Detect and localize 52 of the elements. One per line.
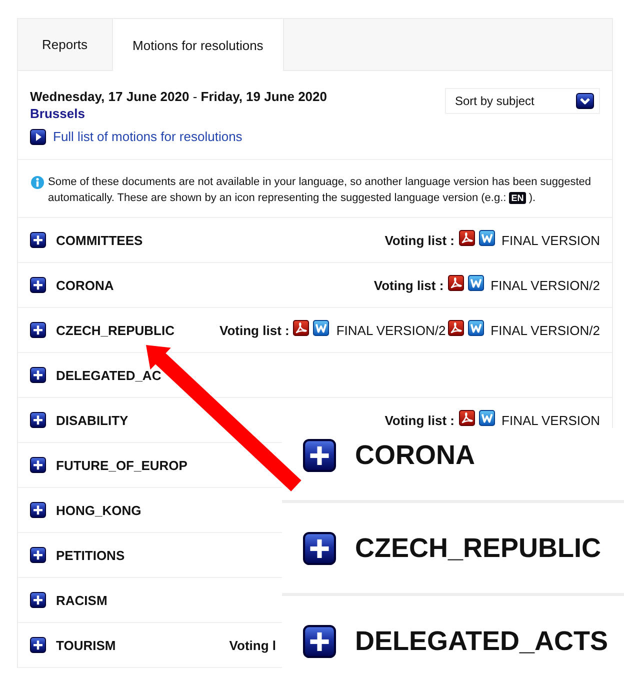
- w-document-icon[interactable]: [468, 275, 484, 291]
- play-icon: [30, 128, 46, 144]
- topic-name[interactable]: FUTURE_OF_EUROP: [56, 458, 188, 472]
- voting-list-label: Voting list :: [384, 232, 455, 248]
- info-icon: [31, 176, 44, 189]
- session-place: Brussels: [30, 105, 86, 122]
- version-label: FINAL VERSION/2: [490, 322, 600, 338]
- topic-name: DELEGATED_ACTS: [355, 626, 608, 656]
- topic-name: CORONA: [355, 440, 475, 470]
- pdf-icon[interactable]: [458, 230, 475, 246]
- plus-icon[interactable]: [30, 232, 46, 248]
- topic-name[interactable]: RACISM: [56, 592, 108, 608]
- version-label: FINAL VERSION/2: [336, 322, 446, 338]
- w-document-icon[interactable]: [478, 410, 495, 426]
- topic-name[interactable]: CZECH_REPUBLIC: [56, 322, 174, 338]
- pdf-icon[interactable]: [293, 320, 310, 336]
- w-document-icon[interactable]: [468, 320, 484, 336]
- w-document-icon[interactable]: [313, 320, 330, 336]
- voting-list-label: Voting list :: [220, 322, 290, 338]
- plus-icon[interactable]: [30, 367, 46, 383]
- topic-name[interactable]: COMMITTEES: [56, 232, 143, 248]
- pdf-icon[interactable]: [458, 410, 475, 426]
- plus-icon[interactable]: [30, 457, 46, 473]
- sort-dropdown[interactable]: Sort by subject: [445, 88, 600, 114]
- tab[interactable]: Reports: [18, 19, 112, 70]
- pdf-icon[interactable]: [448, 320, 464, 336]
- pdf-icon[interactable]: [448, 275, 464, 291]
- topic-name[interactable]: DELEGATED_AC: [56, 368, 162, 382]
- voting-list-label: Voting l: [229, 638, 276, 652]
- w-document-icon[interactable]: [478, 230, 495, 246]
- plus-icon[interactable]: [30, 502, 46, 518]
- version-label: FINAL VERSION: [502, 232, 600, 248]
- version-label: FINAL VERSION/2: [490, 278, 600, 292]
- topic-name: CZECH_REPUBLIC: [355, 532, 602, 564]
- notice-text: Some of these documents are not available in your language, so another language version has been suggested automatically. These are shown by an icon representing the suggested language version (e.g.: EN ).: [48, 175, 592, 206]
- plus-icon[interactable]: [30, 322, 46, 338]
- full-list-link[interactable]: Full list of motions for resolutions: [30, 128, 327, 145]
- voting-list-label: Voting list :: [384, 412, 455, 428]
- voting-list-label: Voting list :: [374, 278, 444, 292]
- version-label: FINAL VERSION: [502, 412, 600, 428]
- topic-name[interactable]: HONG_KONG: [56, 502, 142, 518]
- topic-name[interactable]: PETITIONS: [56, 548, 125, 562]
- plus-icon[interactable]: [30, 547, 46, 563]
- plus-icon[interactable]: [30, 637, 46, 653]
- plus-icon[interactable]: [30, 412, 46, 428]
- plus-icon[interactable]: [30, 592, 46, 608]
- tab[interactable]: Motions for resolutions: [112, 19, 284, 71]
- plus-icon[interactable]: [30, 277, 46, 293]
- topic-name[interactable]: CORONA: [56, 278, 114, 292]
- topic-name[interactable]: TOURISM: [56, 638, 116, 652]
- topic-name[interactable]: DISABILITY: [56, 412, 128, 428]
- session-dates: Wednesday, 17 June 2020 - Friday, 19 June 2020: [30, 88, 327, 105]
